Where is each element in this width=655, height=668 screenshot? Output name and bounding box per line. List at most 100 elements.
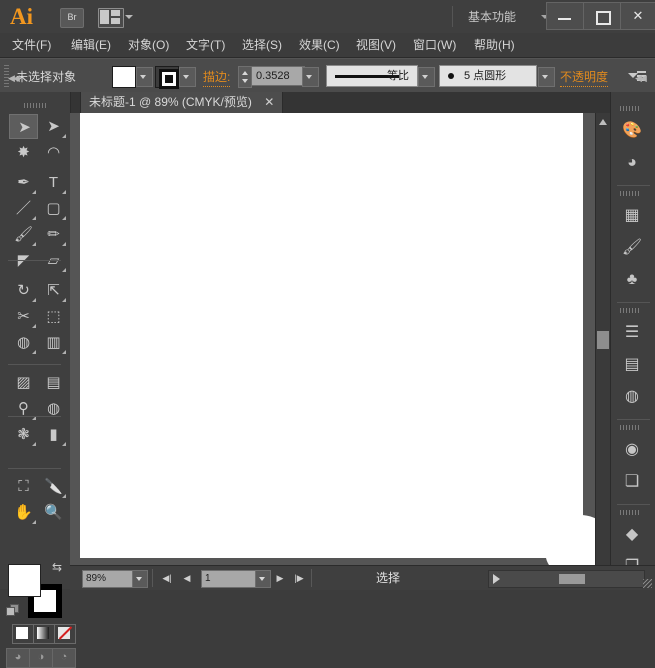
panel-group-grip[interactable] — [620, 106, 640, 111]
fill-color-dropdown[interactable] — [136, 67, 153, 87]
bar-graph-tool[interactable]: ▮ — [39, 422, 68, 447]
layers-panel-icon[interactable]: ◆ — [618, 521, 646, 549]
slice-tool[interactable]: 🔪 — [39, 474, 68, 499]
horizontal-scrollbar[interactable] — [488, 570, 645, 588]
stroke-weight-stepper[interactable] — [238, 66, 252, 88]
tool-flyout-indicator[interactable] — [62, 298, 66, 302]
close-button[interactable]: ✕ — [620, 2, 655, 30]
default-fill-stroke-icon[interactable] — [6, 604, 20, 618]
next-artboard-button[interactable]: ▶ — [273, 571, 287, 585]
width-tool[interactable]: ✂ — [9, 304, 38, 329]
arrange-documents-icon[interactable] — [98, 8, 124, 28]
tool-flyout-indicator[interactable] — [32, 442, 36, 446]
draw-normal-button[interactable]: ◕ — [6, 648, 30, 668]
document-tab[interactable]: 未标题-1 @ 89% (CMYK/预览) ✕ — [80, 92, 284, 113]
color-panel-icon[interactable]: 🎨 — [618, 117, 646, 145]
panel-group-grip[interactable] — [620, 191, 640, 196]
graphic-styles-panel-icon[interactable]: ❏ — [618, 468, 646, 496]
panel-group-grip[interactable] — [620, 425, 640, 430]
tool-flyout-indicator[interactable] — [32, 350, 36, 354]
menu-item-5[interactable]: 效果(C) — [295, 37, 344, 54]
tool-flyout-indicator[interactable] — [62, 242, 66, 246]
brushes-panel-icon[interactable]: 🖌 — [618, 234, 646, 262]
tool-flyout-indicator[interactable] — [32, 520, 36, 524]
stroke-color-dropdown[interactable] — [179, 67, 196, 87]
lasso-tool[interactable]: ◠ — [39, 140, 68, 165]
swap-fill-stroke-icon[interactable]: ⇆ — [52, 560, 62, 574]
direct-selection-tool[interactable]: ➤ — [39, 114, 68, 139]
stroke-weight-input[interactable]: 0.3528 — [251, 66, 305, 86]
blend-tool[interactable]: ◍ — [39, 396, 68, 421]
status-text[interactable]: 选择 — [288, 570, 488, 586]
tools-panel-collapse-icon[interactable]: ◀◀ — [8, 73, 20, 84]
menu-item-1[interactable]: 编辑(E) — [67, 37, 115, 54]
line-segment-tool[interactable]: ／ — [9, 196, 38, 221]
hand-tool[interactable]: ✋ — [9, 500, 38, 525]
stroke-panel-icon[interactable]: ☰ — [618, 319, 646, 347]
close-icon[interactable]: ✕ — [264, 95, 274, 109]
appearance-panel-icon[interactable]: ◉ — [618, 436, 646, 464]
canvas-area[interactable] — [70, 113, 610, 565]
workspace-switcher[interactable]: 基本功能 — [468, 8, 516, 25]
previous-artboard-button[interactable]: ◀ — [180, 571, 194, 585]
brush-definition-dropdown[interactable] — [538, 67, 555, 87]
tool-flyout-indicator[interactable] — [32, 190, 36, 194]
chevron-down-icon[interactable] — [125, 15, 133, 19]
artboard[interactable] — [80, 113, 583, 558]
tool-flyout-indicator[interactable] — [62, 190, 66, 194]
go-to-bridge-button[interactable]: Br — [60, 8, 84, 28]
opacity-label[interactable]: 不透明度 — [560, 68, 609, 87]
zoom-level-input[interactable]: 89% — [82, 570, 135, 588]
zoom-level-dropdown[interactable] — [132, 570, 148, 588]
stroke-profile-dropdown[interactable] — [418, 67, 435, 87]
stroke-color-swatch[interactable] — [155, 66, 179, 89]
draw-inside-button[interactable]: ◔ — [52, 648, 76, 668]
tool-flyout-indicator[interactable] — [62, 268, 66, 272]
fill-color-swatch[interactable] — [112, 66, 136, 88]
tool-flyout-indicator[interactable] — [62, 442, 66, 446]
tool-flyout-indicator[interactable] — [62, 494, 66, 498]
selection-tool[interactable]: ➤ — [9, 114, 38, 139]
artboard-number-input[interactable]: 1 — [201, 570, 258, 588]
menu-item-0[interactable]: 文件(F) — [8, 37, 55, 54]
tool-flyout-indicator[interactable] — [32, 298, 36, 302]
tool-flyout-indicator[interactable] — [62, 134, 66, 138]
brush-definition-select[interactable]: 5 点圆形 — [439, 65, 537, 87]
maximize-button[interactable] — [583, 2, 621, 30]
artboard-tool[interactable]: ⛶ — [9, 474, 38, 499]
stroke-profile-select[interactable]: 等比 — [326, 65, 418, 87]
rotate-tool[interactable]: ↻ — [9, 278, 38, 303]
shape-builder-tool[interactable]: ◍ — [9, 330, 38, 355]
tool-flyout-indicator[interactable] — [32, 242, 36, 246]
mesh-tool[interactable]: ▨ — [9, 370, 38, 395]
draw-behind-button[interactable]: ◑ — [29, 648, 53, 668]
menu-item-6[interactable]: 视图(V) — [352, 37, 400, 54]
vertical-scroll-thumb[interactable] — [597, 331, 609, 349]
rectangle-tool[interactable]: ▢ — [39, 196, 68, 221]
type-tool[interactable]: T — [39, 170, 68, 195]
minimize-button[interactable] — [546, 2, 584, 30]
menu-item-8[interactable]: 帮助(H) — [470, 37, 519, 54]
tools-panel-grip[interactable] — [24, 103, 48, 108]
tool-flyout-indicator[interactable] — [62, 216, 66, 220]
gradient-button[interactable] — [33, 624, 55, 644]
menu-item-2[interactable]: 对象(O) — [124, 37, 173, 54]
stroke-weight-dropdown[interactable] — [302, 67, 319, 87]
paintbrush-tool[interactable]: 🖌 — [9, 222, 38, 247]
stroke-weight-label[interactable]: 描边: — [203, 68, 231, 87]
scroll-up-icon[interactable] — [599, 119, 607, 125]
tool-flyout-indicator[interactable] — [62, 350, 66, 354]
symbol-sprayer-tool[interactable]: ❃ — [9, 422, 38, 447]
tool-flyout-indicator[interactable] — [32, 216, 36, 220]
play-icon[interactable] — [493, 574, 500, 584]
free-transform-tool[interactable]: ⬚ — [39, 304, 68, 329]
gradient-tool[interactable]: ▤ — [39, 370, 68, 395]
symbols-panel-icon[interactable]: ♣ — [618, 266, 646, 294]
column-graph-tool[interactable]: ▥ — [39, 330, 68, 355]
panel-dock-collapse-icon[interactable]: ◀◀ — [635, 73, 647, 84]
gradient-panel-icon[interactable]: ▤ — [618, 351, 646, 379]
transparency-panel-icon[interactable]: ◍ — [618, 383, 646, 411]
vertical-scrollbar[interactable] — [595, 113, 610, 565]
fill-color-box[interactable] — [8, 564, 41, 597]
color-button[interactable] — [12, 624, 34, 644]
